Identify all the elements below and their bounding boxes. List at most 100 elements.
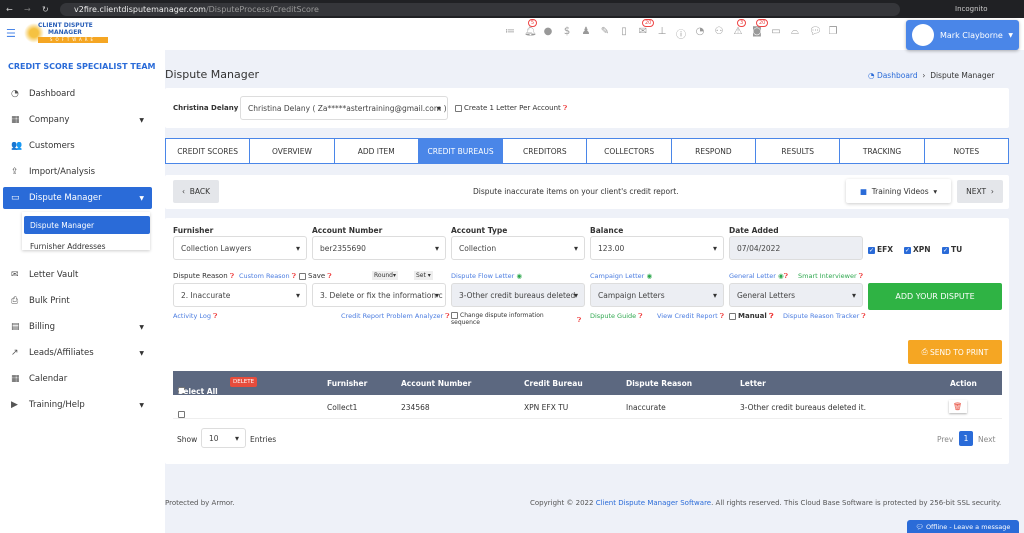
set-select[interactable]: Set ▾ (414, 271, 433, 280)
sidebar-item-billing[interactable]: ▤ Billing ▼ (3, 316, 152, 338)
dollar-icon[interactable]: $ (562, 26, 572, 41)
tasks-icon[interactable]: ≔ (505, 26, 515, 41)
change-sequence-checkbox[interactable]: Change dispute information sequence (451, 312, 571, 326)
user-icon[interactable]: ♟ (581, 26, 591, 41)
tab-results[interactable]: RESULTS (756, 139, 841, 163)
general-letter-select[interactable]: General Letters (729, 283, 863, 307)
sidebar-item-company[interactable]: ▦ Company ▼ (3, 109, 152, 131)
chart-icon[interactable]: ◔ (695, 26, 705, 41)
sidebar-item-import-analysis[interactable]: ⇪ Import/Analysis (3, 161, 152, 183)
manual-checkbox[interactable]: Manual ❓︎ (729, 312, 773, 321)
chat-icon: 💬︎ (915, 522, 924, 531)
send-to-print-button[interactable]: ⎙ SEND TO PRINT (908, 340, 1002, 364)
bell-icon[interactable]: 🔔︎ 5 (524, 19, 538, 41)
account-type-select[interactable]: Collection (451, 236, 585, 260)
date-input[interactable]: 07/04/2022 (729, 236, 863, 260)
furnisher-select[interactable]: Collection Lawyers (173, 236, 307, 260)
sidebar-item-dispute-manager[interactable]: ▭ Dispute Manager ▼ (3, 187, 152, 209)
col-bureau: Credit Bureau (524, 379, 583, 388)
document-icon[interactable]: ▯ (619, 26, 629, 41)
efx-checkbox[interactable]: ✓ EFX (868, 245, 893, 254)
sidebar-item-training-help[interactable]: ▶ Training/Help ▼ (3, 394, 152, 416)
submenu-item[interactable]: Furnisher Addresses (24, 237, 150, 255)
dispute-flow-letter-link[interactable]: Dispute Flow Letter ◉ (451, 272, 522, 280)
back-button[interactable]: ‹ BACK (173, 180, 219, 203)
money-icon[interactable]: ▭ (771, 26, 781, 41)
instruction-select[interactable]: 3. Delete or fix the information c (312, 283, 446, 307)
sidebar-item-bulk-print[interactable]: ⎙ Bulk Print (3, 290, 152, 312)
agent-icon[interactable]: ● (543, 26, 553, 41)
tab-collectors[interactable]: COLLECTORS (587, 139, 672, 163)
general-letter-link[interactable]: General Letter ◉❓︎ (729, 272, 788, 281)
balance-select[interactable]: 123.00 (590, 236, 724, 260)
footer-brand-link[interactable]: Client Dispute Manager Software (596, 499, 711, 507)
menu-icon[interactable]: ☰ (6, 27, 16, 40)
tu-checkbox[interactable]: ✓ TU (942, 245, 962, 254)
reload-icon[interactable]: ↻ (42, 5, 49, 14)
delete-button[interactable]: DELETE (230, 377, 258, 387)
cell-account: 234568 (401, 403, 430, 412)
sidebar-item-leads-affiliates[interactable]: ↗ Leads/Affiliates ▼ (3, 342, 152, 364)
print-icon: ⎙ (921, 347, 928, 356)
breadcrumb-dashboard[interactable]: Dashboard (877, 71, 918, 80)
tab-notes[interactable]: NOTES (925, 139, 1008, 163)
dispute-flow-letter-select[interactable]: 3-Other credit bureaus deleted (451, 283, 585, 307)
address-bar[interactable]: v2fire.clientdisputemanager.com/DisputeP… (60, 2, 900, 16)
sidebar-item-customers[interactable]: 👥 Customers (3, 135, 152, 157)
submenu-item[interactable]: Dispute Manager (24, 216, 150, 234)
sidebar-item-letter-vault[interactable]: ✉ Letter Vault (3, 264, 152, 286)
campaign-letter-link[interactable]: Campaign Letter ◉ (590, 272, 652, 280)
training-videos-dropdown[interactable]: ■ Training Videos ▾ (846, 179, 951, 203)
chevron-down-icon: ▼ (139, 401, 144, 409)
trash-icon[interactable]: 🗑︎ (949, 400, 967, 413)
copy-icon[interactable]: ❐ (828, 26, 838, 41)
sitemap-icon[interactable]: ⊥ (657, 26, 667, 41)
save-checkbox[interactable]: Save ❓︎ (299, 272, 332, 281)
sidebar-icon: ▦ (11, 115, 20, 125)
dispute-reason-tracker-link[interactable]: Dispute Reason Tracker ❓︎ (783, 312, 866, 321)
pen-icon[interactable]: ✎ (600, 26, 610, 41)
activity-log-link[interactable]: Activity Log ❓︎ (173, 312, 217, 321)
tab-tracking[interactable]: TRACKING (840, 139, 925, 163)
problem-analyzer-link[interactable]: Credit Report Problem Analyzer ❓︎ (341, 312, 449, 321)
tab-respond[interactable]: RESPOND (672, 139, 757, 163)
custom-reason-link[interactable]: Custom Reason ❓︎ (239, 272, 296, 281)
tab-add-item[interactable]: ADD ITEM (335, 139, 419, 163)
one-letter-checkbox[interactable]: Create 1 Letter Per Account ❓︎ (455, 104, 567, 113)
campaign-letter-select[interactable]: Campaign Letters (590, 283, 724, 307)
chat-widget[interactable]: 💬︎ Offline - Leave a message (907, 520, 1019, 533)
sidebar-item-label: Letter Vault (29, 270, 79, 280)
forward-nav-icon[interactable]: → (24, 5, 31, 14)
round-select[interactable]: Round▾ (372, 271, 398, 280)
back-nav-icon[interactable]: ← (6, 5, 13, 14)
tab-credit-scores[interactable]: CREDIT SCORES (166, 139, 251, 163)
tab-overview[interactable]: OVERVIEW (250, 139, 335, 163)
sidebar-item-dashboard[interactable]: ◔ Dashboard (3, 83, 152, 105)
inbox-icon[interactable]: ⌓ (790, 26, 800, 41)
next-button[interactable]: NEXT › (957, 180, 1003, 203)
chat-icon[interactable]: 💬︎ (809, 26, 822, 41)
prev-page[interactable]: Prev (937, 435, 953, 444)
view-credit-report-link[interactable]: View Credit Report ❓︎ (657, 312, 724, 321)
page-1[interactable]: 1 (959, 431, 973, 446)
chevron-down-icon: ▼ (139, 323, 144, 331)
sidebar-item-calendar[interactable]: ▦ Calendar (3, 368, 152, 390)
tab-creditors[interactable]: CREDITORS (503, 139, 588, 163)
tab-credit-bureaus[interactable]: CREDIT BUREAUS (418, 139, 504, 163)
dispute-reason-select[interactable]: 2. Inaccurate (173, 283, 307, 307)
account-select[interactable]: ber2355690 (312, 236, 446, 260)
info-icon[interactable]: ⓘ (676, 26, 686, 41)
client-select[interactable]: Christina Delany ( Za*****astertraining@… (240, 96, 448, 120)
mail-icon[interactable]: ✉ 20 (638, 19, 655, 41)
users-icon[interactable]: ⚇ (714, 26, 724, 41)
smart-interviewer-link[interactable]: Smart Interviewer ❓︎ (798, 272, 863, 281)
user-menu[interactable]: Mark Clayborne ▼ (906, 20, 1019, 50)
entries-select[interactable]: 10 (201, 428, 246, 448)
dispute-guide-link[interactable]: Dispute Guide ❓︎ (590, 312, 642, 321)
xpn-checkbox[interactable]: ✓ XPN (904, 245, 931, 254)
add-dispute-button[interactable]: ADD YOUR DISPUTE (868, 283, 1002, 310)
next-page[interactable]: Next (978, 435, 995, 444)
sidebar-item-label: Leads/Affiliates (29, 348, 94, 358)
message-icon[interactable]: ◙ 20 (752, 19, 769, 41)
warning-icon[interactable]: ⚠ 3 (733, 19, 747, 41)
